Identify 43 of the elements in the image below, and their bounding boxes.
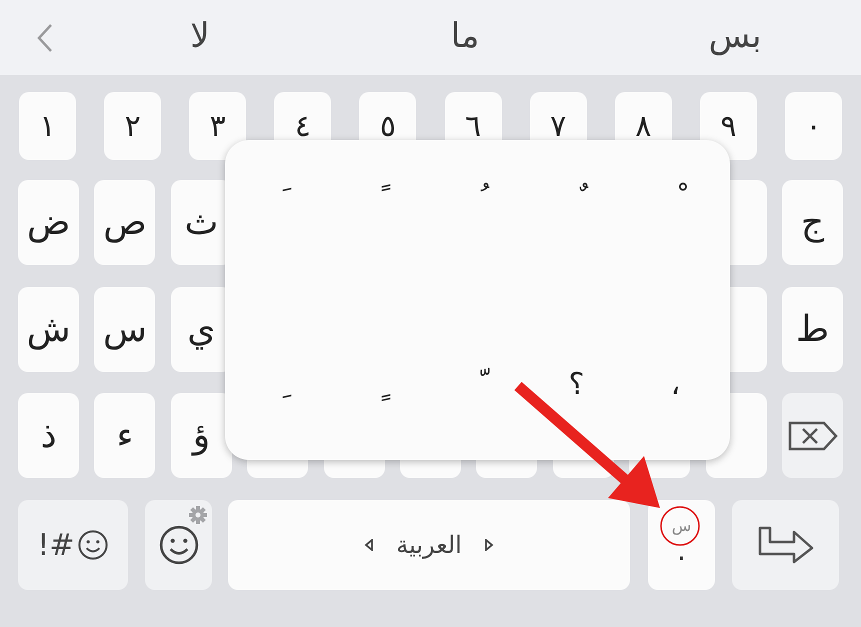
accent-option[interactable]: َ — [268, 180, 292, 220]
number-key[interactable]: ١ — [19, 92, 76, 160]
highlight-circle — [660, 506, 700, 546]
backspace-key[interactable] — [782, 393, 843, 478]
enter-icon — [758, 526, 814, 564]
accent-option[interactable]: ً — [366, 180, 390, 220]
accent-option[interactable]: ُ — [466, 180, 490, 220]
letter-key[interactable]: ء — [94, 393, 156, 478]
accent-option[interactable]: ِ — [268, 365, 292, 405]
smiley-icon — [158, 524, 200, 566]
backspace-icon — [788, 420, 838, 450]
smiley-icon — [76, 529, 109, 561]
left-triangle-icon — [364, 539, 374, 551]
accent-option[interactable]: ْ — [664, 180, 688, 220]
suggestion-word[interactable]: بس — [708, 16, 762, 56]
letter-key[interactable]: ذ — [18, 393, 80, 478]
number-key[interactable]: ٠ — [785, 92, 842, 160]
language-label: العربية — [396, 530, 462, 561]
period-key[interactable]: . — [677, 536, 686, 566]
accent-option[interactable]: ، — [664, 365, 688, 405]
letter-key[interactable]: ؤ — [170, 393, 232, 478]
space-bar[interactable]: العربية — [228, 500, 630, 590]
symbols-label: !# — [37, 526, 75, 564]
right-triangle-icon — [484, 539, 494, 551]
key-hint: س — [672, 516, 692, 536]
letter-key[interactable]: ش — [18, 287, 80, 372]
number-key[interactable]: ٣ — [189, 92, 246, 160]
accent-option[interactable]: ٌ — [564, 180, 588, 220]
emoji-key[interactable] — [145, 500, 212, 590]
accent-option[interactable]: ٍ — [366, 365, 390, 405]
suggestion-word[interactable]: ما — [450, 16, 480, 56]
letter-key[interactable]: ط — [782, 287, 843, 372]
enter-key[interactable] — [732, 500, 839, 590]
letter-key[interactable]: ض — [18, 180, 80, 265]
letter-key[interactable]: س — [94, 287, 156, 372]
letter-key[interactable]: ج — [782, 180, 843, 265]
gear-icon — [188, 505, 208, 525]
letter-key[interactable]: ص — [94, 180, 156, 265]
suggestion-word[interactable]: لا — [190, 16, 210, 56]
symbols-key[interactable]: !# — [18, 500, 128, 590]
accent-option[interactable]: ؟ — [564, 365, 588, 405]
accent-option[interactable]: ّ — [466, 365, 490, 405]
number-key[interactable]: ٢ — [104, 92, 162, 160]
